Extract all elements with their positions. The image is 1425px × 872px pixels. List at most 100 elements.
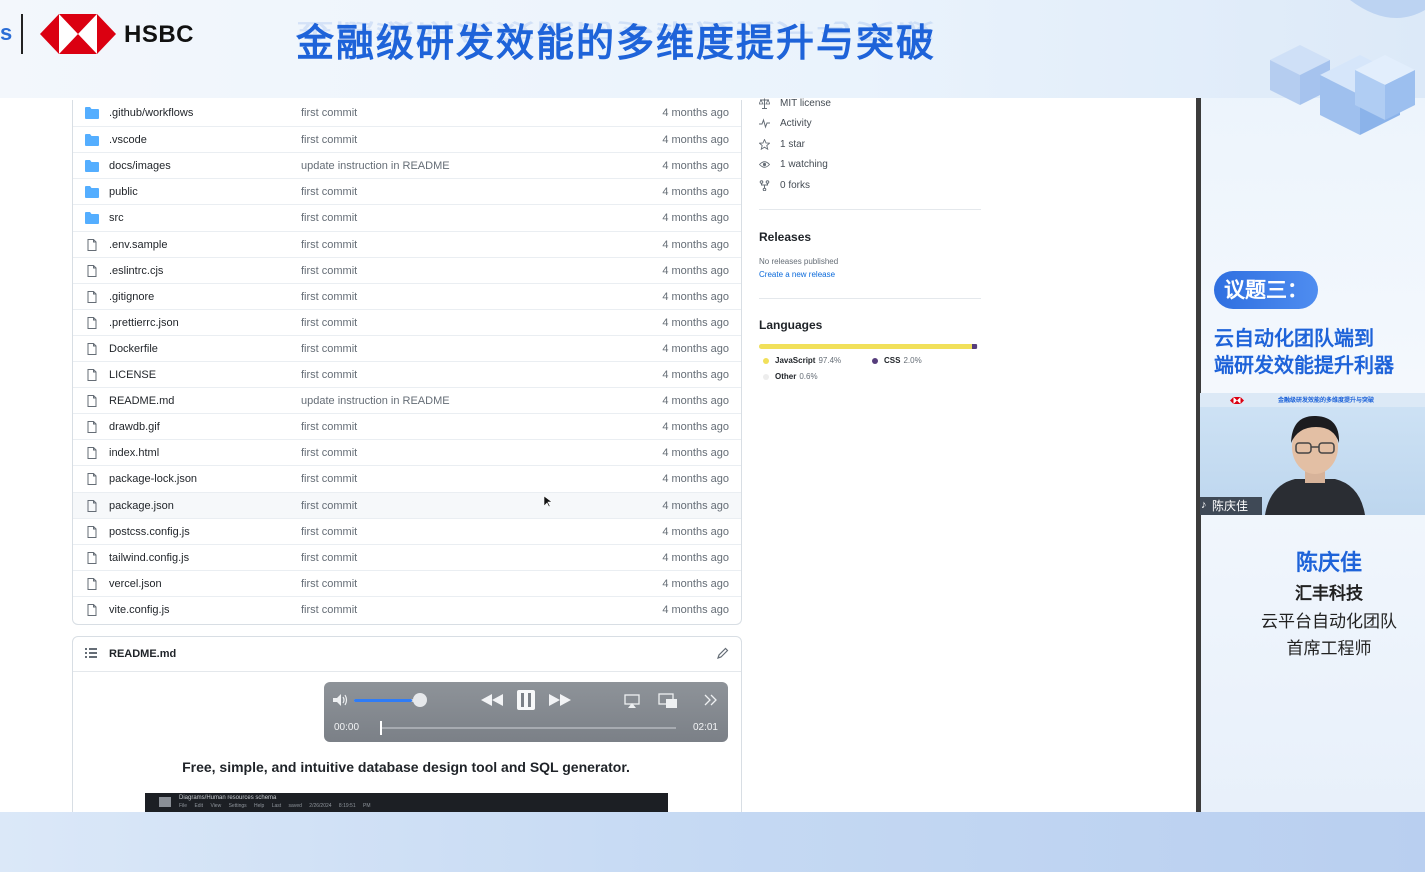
picture-in-picture-icon[interactable] bbox=[658, 693, 678, 709]
file-row[interactable]: postcss.config.js first commit 4 months ag… bbox=[73, 517, 741, 545]
file-name-link[interactable]: LICENSE bbox=[109, 369, 156, 381]
app-preview-menu: File Edit View Settings Help Last saved … bbox=[179, 803, 371, 809]
language-item[interactable]: CSS 2.0% bbox=[872, 356, 922, 365]
file-icon bbox=[85, 577, 99, 590]
file-row[interactable]: tailwind.config.js first commit 4 months a… bbox=[73, 543, 741, 571]
file-row[interactable]: package-lock.json first commit 4 months ag… bbox=[73, 465, 741, 492]
commit-message-link[interactable]: first commit bbox=[301, 447, 357, 459]
file-name-link[interactable]: package.json bbox=[109, 500, 174, 512]
commit-message-link[interactable]: first commit bbox=[301, 578, 357, 590]
commit-message-link[interactable]: first commit bbox=[301, 552, 357, 564]
commit-message-link[interactable]: update instruction in README bbox=[301, 395, 450, 407]
readme-title[interactable]: README.md bbox=[109, 648, 176, 660]
file-row[interactable]: vite.config.js first commit 4 months ago bbox=[73, 595, 741, 623]
commit-message-link[interactable]: first commit bbox=[301, 134, 357, 146]
file-row[interactable]: README.md update instruction in README 4 m… bbox=[73, 387, 741, 414]
file-row[interactable]: .github/workflows first commit 4 months ag… bbox=[73, 100, 741, 126]
volume-knob[interactable] bbox=[413, 693, 427, 707]
languages-heading: Languages bbox=[759, 318, 823, 332]
commit-message-link[interactable]: update instruction in README bbox=[301, 160, 450, 172]
file-row[interactable]: docs/images update instruction in README 4… bbox=[73, 152, 741, 179]
file-name-link[interactable]: .github/workflows bbox=[109, 107, 193, 119]
language-item[interactable]: JavaScript 97.4% bbox=[763, 356, 841, 365]
chevron-right-double-icon[interactable] bbox=[704, 694, 718, 706]
pencil-icon[interactable] bbox=[717, 647, 729, 659]
topic-title-line1: 云自动化团队端到 bbox=[1214, 326, 1374, 350]
commit-message-link[interactable]: first commit bbox=[301, 107, 357, 119]
repo-meta-label: Activity bbox=[780, 118, 812, 129]
repo-file-list: .github/workflows first commit 4 months ag… bbox=[72, 100, 742, 625]
seek-handle[interactable] bbox=[380, 721, 382, 735]
file-row[interactable]: .gitignore first commit 4 months ago bbox=[73, 282, 741, 310]
volume-slider[interactable] bbox=[354, 699, 418, 702]
sidebar-separator bbox=[759, 298, 981, 299]
volume-level bbox=[354, 699, 412, 702]
commit-message-link[interactable]: first commit bbox=[301, 526, 357, 538]
language-name: CSS bbox=[884, 356, 901, 365]
outline-list-icon[interactable] bbox=[85, 648, 97, 658]
file-name-link[interactable]: .env.sample bbox=[109, 239, 168, 251]
file-row[interactable]: package.json first commit 4 months ago bbox=[73, 491, 741, 519]
event-title-reflection: 金融级研发效能的多维度提升与突破 bbox=[296, 18, 937, 45]
pause-icon[interactable] bbox=[516, 689, 536, 711]
file-row[interactable]: public first commit 4 months ago bbox=[73, 178, 741, 205]
commit-message-link[interactable]: first commit bbox=[301, 291, 357, 303]
file-name-link[interactable]: .prettierrc.json bbox=[109, 317, 179, 329]
file-row[interactable]: vercel.json first commit 4 months ago bbox=[73, 569, 741, 597]
app-icon bbox=[159, 797, 171, 807]
camera-backdrop-title: 金融级研发效能的多维度提升与突破 bbox=[1278, 398, 1375, 404]
file-name-link[interactable]: vercel.json bbox=[109, 578, 162, 590]
file-name-link[interactable]: postcss.config.js bbox=[109, 526, 190, 538]
file-name-link[interactable]: docs/images bbox=[109, 160, 171, 172]
repo-meta-label: 0 forks bbox=[780, 180, 811, 191]
commit-message-link[interactable]: first commit bbox=[301, 186, 357, 198]
file-name-link[interactable]: .gitignore bbox=[109, 291, 154, 303]
file-name-link[interactable]: .vscode bbox=[109, 134, 147, 146]
volume-icon[interactable] bbox=[333, 694, 349, 706]
file-name-link[interactable]: Dockerfile bbox=[109, 343, 158, 355]
file-name-link[interactable]: README.md bbox=[109, 395, 174, 407]
readme-tagline: Free, simple, and intuitive database des… bbox=[182, 759, 630, 775]
fast-forward-icon[interactable] bbox=[549, 694, 571, 706]
file-name-link[interactable]: package-lock.json bbox=[109, 473, 197, 485]
releases-heading[interactable]: Releases bbox=[759, 230, 811, 244]
file-row[interactable]: .vscode first commit 4 months ago bbox=[73, 126, 741, 153]
commit-message-link[interactable]: first commit bbox=[301, 212, 357, 224]
commit-message-link[interactable]: first commit bbox=[301, 369, 357, 381]
airplay-icon[interactable] bbox=[624, 694, 640, 708]
hsbc-mini-logo bbox=[1230, 397, 1244, 404]
rewind-icon[interactable] bbox=[481, 694, 503, 706]
file-name-link[interactable]: src bbox=[109, 212, 124, 224]
seek-bar[interactable] bbox=[380, 727, 676, 729]
file-name-link[interactable]: drawdb.gif bbox=[109, 421, 160, 433]
repo-meta-label: 1 star bbox=[780, 139, 806, 150]
video-player[interactable]: 00:00 02:01 bbox=[324, 682, 728, 742]
file-icon bbox=[85, 342, 99, 355]
commit-message-link[interactable]: first commit bbox=[301, 317, 357, 329]
file-name-link[interactable]: vite.config.js bbox=[109, 604, 170, 616]
file-row[interactable]: .env.sample first commit 4 months ago bbox=[73, 230, 741, 258]
commit-message-link[interactable]: first commit bbox=[301, 421, 357, 433]
commit-message-link[interactable]: first commit bbox=[301, 239, 357, 251]
fork-icon bbox=[759, 180, 770, 192]
file-row[interactable]: .eslintrc.cjs first commit 4 months ago bbox=[73, 256, 741, 284]
commit-message-link[interactable]: first commit bbox=[301, 473, 357, 485]
commit-message-link[interactable]: first commit bbox=[301, 265, 357, 277]
file-name-link[interactable]: .eslintrc.cjs bbox=[109, 265, 163, 277]
file-row[interactable]: src first commit 4 months ago bbox=[73, 204, 741, 231]
file-row[interactable]: Dockerfile first commit 4 months ago bbox=[73, 334, 741, 362]
file-row[interactable]: LICENSE first commit 4 months ago bbox=[73, 361, 741, 388]
create-release-link[interactable]: Create a new release bbox=[759, 270, 835, 279]
file-name-link[interactable]: tailwind.config.js bbox=[109, 552, 189, 564]
commit-message-link[interactable]: first commit bbox=[301, 500, 357, 512]
language-item[interactable]: Other 0.6% bbox=[763, 372, 818, 381]
file-row[interactable]: drawdb.gif first commit 4 months ago bbox=[73, 413, 741, 440]
file-name-link[interactable]: public bbox=[109, 186, 138, 198]
decorative-cubes bbox=[1270, 0, 1425, 135]
file-row[interactable]: .prettierrc.json first commit 4 months ago bbox=[73, 308, 741, 336]
commit-message-link[interactable]: first commit bbox=[301, 343, 357, 355]
folder-icon bbox=[85, 134, 99, 147]
file-row[interactable]: index.html first commit 4 months ago bbox=[73, 439, 741, 466]
commit-message-link[interactable]: first commit bbox=[301, 604, 357, 616]
file-name-link[interactable]: index.html bbox=[109, 447, 159, 459]
